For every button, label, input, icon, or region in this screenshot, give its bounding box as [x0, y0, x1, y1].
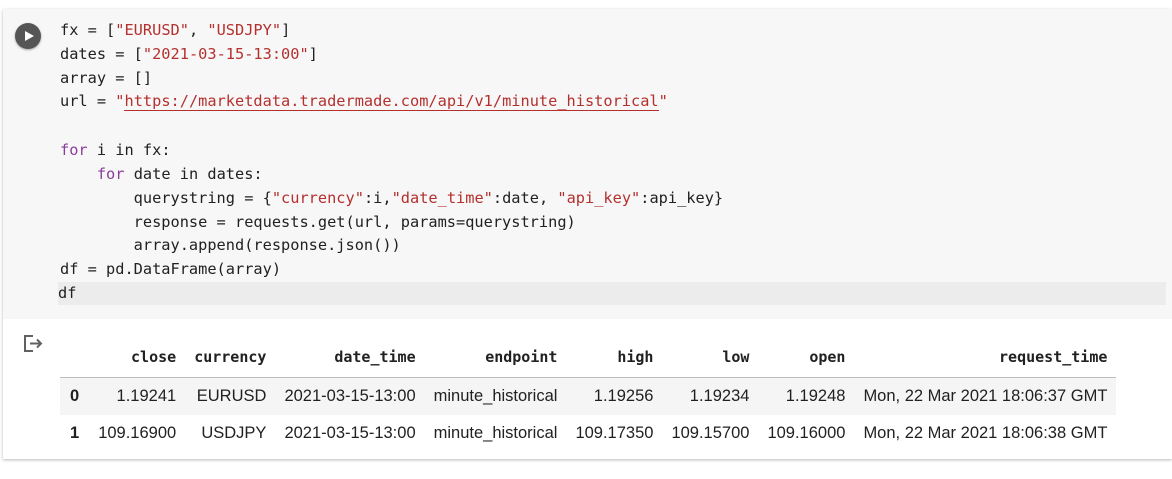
column-header: date_time — [275, 337, 425, 378]
code-token: :api_key} — [640, 189, 724, 207]
code-token: :i, — [363, 189, 392, 207]
dataframe-table: close currency date_time endpoint high low ope… — [60, 337, 1117, 452]
output-arrow-icon[interactable] — [22, 334, 44, 354]
code-token: for — [96, 165, 125, 183]
code-token: array = [] — [60, 69, 153, 87]
notebook-cell: fx = ["EURUSD", "USDJPY"] dates = ["2021-… — [3, 9, 1172, 459]
code-line[interactable]: querystring = {"currency":i,"date_time":… — [60, 187, 723, 210]
code-token: "date_time" — [391, 189, 493, 207]
table-row: 0 1.19241 EURUSD 2021-03-15-13:00 minute_his… — [60, 377, 1117, 415]
table-cell: Mon, 22 Mar 2021 18:06:37 GMT — [854, 377, 1117, 415]
code-token: , — [188, 21, 208, 39]
code-token: "currency" — [271, 189, 364, 207]
table-cell: 1.19241 — [89, 377, 186, 415]
code-area: fx = ["EURUSD", "USDJPY"] dates = ["2021-… — [3, 9, 1172, 319]
code-token: response = requests.get(url, params=quer… — [60, 213, 576, 231]
table-cell: Mon, 22 Mar 2021 18:06:38 GMT — [863, 424, 1108, 442]
row-index: 0 — [60, 377, 90, 415]
code-token: querystring = { — [60, 189, 272, 207]
code-token: for — [60, 141, 88, 159]
table-cell: minute_historical — [424, 377, 567, 415]
code-line[interactable]: response = requests.get(url, params=quer… — [60, 211, 576, 234]
code-token: dates = [ — [60, 45, 143, 63]
code-token: " — [658, 92, 668, 110]
table-cell: minute_historical — [433, 424, 558, 442]
code-token: date — [124, 165, 180, 183]
column-header: low — [662, 337, 759, 378]
column-header: close — [89, 337, 186, 378]
column-header: high — [566, 337, 663, 378]
column-header: request_time — [854, 337, 1117, 378]
column-header — [60, 337, 90, 378]
row-index: 1 — [70, 424, 80, 442]
code-token: array.append(response.json()) — [60, 236, 401, 254]
code-editor[interactable]: fx = ["EURUSD", "USDJPY"] dates = ["2021-… — [52, 9, 1172, 319]
code-line[interactable]: array.append(response.json()) — [60, 234, 401, 257]
column-header: currency — [185, 337, 276, 378]
table-cell: USDJPY — [201, 424, 267, 442]
code-token: "USDJPY" — [207, 21, 282, 39]
code-token: url = — [60, 92, 116, 110]
code-token: ] — [281, 21, 291, 39]
code-token: in — [115, 141, 134, 159]
table-cell: 109.15700 — [671, 424, 750, 442]
table-cell: 109.16000 — [767, 424, 846, 442]
table-row: 1 109.16900 USDJPY 2021-03-15-13:00 minute_h… — [60, 415, 1116, 452]
code-token: "api_key" — [557, 189, 641, 207]
table-cell: 1.19234 — [662, 377, 759, 415]
code-line[interactable]: df = pd.DataFrame(array) — [60, 258, 281, 281]
code-token: "2021-03-15-13:00" — [142, 45, 309, 63]
table-cell: 109.16900 — [98, 424, 177, 442]
code-token: :date, — [492, 189, 558, 207]
run-cell-button[interactable] — [15, 23, 41, 49]
table-cell: 1.19256 — [566, 377, 663, 415]
code-token: fx = [ — [60, 21, 116, 39]
code-token: dates: — [198, 165, 263, 183]
code-token: df = pd.DataFrame(array) — [60, 260, 282, 278]
code-token: https://marketdata.tradermade.com/api/v1… — [124, 92, 659, 111]
code-line[interactable]: df — [58, 282, 1166, 305]
code-token: "EURUSD" — [115, 21, 189, 39]
code-line[interactable]: dates = ["2021-03-15-13:00"] — [60, 43, 318, 66]
code-token: i — [87, 141, 116, 159]
code-token: fx: — [133, 141, 171, 159]
code-token: in — [179, 165, 199, 183]
table-cell: 1.19248 — [758, 377, 855, 415]
table-cell: 109.17350 — [575, 424, 654, 442]
table-cell: 2021-03-15-13:00 — [275, 377, 425, 415]
code-line[interactable]: for date in dates: — [60, 163, 263, 186]
code-line[interactable]: for i in fx: — [60, 139, 171, 162]
table-cell: 2021-03-15-13:00 — [284, 424, 416, 442]
play-icon — [25, 31, 34, 41]
code-line[interactable]: fx = ["EURUSD", "USDJPY"] — [60, 19, 290, 42]
column-header: open — [758, 337, 855, 378]
code-line[interactable]: array = [] — [60, 67, 152, 90]
table-cell: EURUSD — [185, 377, 276, 415]
code-line[interactable]: url = "https://marketdata.tradermade.com… — [60, 90, 668, 113]
column-header: endpoint — [424, 337, 567, 378]
table-header-row: close currency date_time endpoint high low ope… — [60, 337, 1117, 378]
code-token: df — [58, 284, 77, 302]
code-token: ] — [308, 45, 318, 63]
